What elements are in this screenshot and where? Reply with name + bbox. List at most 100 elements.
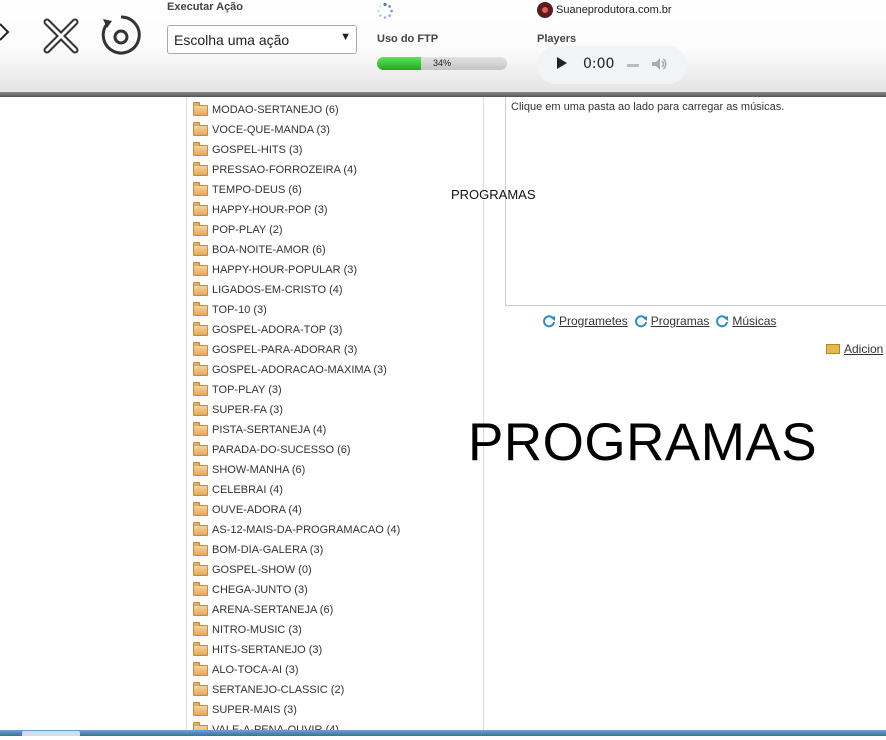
folder-item[interactable]: GOSPEL-ADORACAO-MAXIMA (3) <box>193 360 478 380</box>
folder-item[interactable]: GOSPEL-SHOW (0) <box>193 560 478 580</box>
refresh-icon[interactable] <box>99 13 143 57</box>
ftp-usage-label: Uso do FTP <box>377 33 439 45</box>
folder-item[interactable]: HAPPY-HOUR-POPULAR (3) <box>193 260 478 280</box>
volume-icon[interactable] <box>650 55 668 73</box>
folder-item[interactable]: TEMPO-DEUS (6) <box>193 180 478 200</box>
left-divider <box>186 97 187 736</box>
folder-icon <box>193 621 208 636</box>
folder-icon <box>193 441 208 456</box>
folder-item-label: POP-PLAY (2) <box>212 224 283 236</box>
programetes-link-label: Programetes <box>559 314 628 328</box>
folder-item-label: BOM-DIA-GALERA (3) <box>212 544 324 556</box>
audio-player: 0:00 <box>537 46 687 84</box>
folder-item[interactable]: GOSPEL-ADORA-TOP (3) <box>193 320 478 340</box>
folder-item[interactable]: CELEBRAI (4) <box>193 480 478 500</box>
folder-item-label: PISTA-SERTANEJA (4) <box>212 424 327 436</box>
folder-icon <box>193 461 208 476</box>
programetes-link[interactable]: Programetes <box>542 314 628 328</box>
ftp-usage-progress: 34% <box>377 57 507 70</box>
taskbar-button[interactable] <box>22 731 80 736</box>
refresh-icon <box>716 315 729 328</box>
folder-item[interactable]: SUPER-FA (3) <box>193 400 478 420</box>
musicas-link-label: Músicas <box>732 314 777 328</box>
folder-item[interactable]: SUPER-MAIS (3) <box>193 700 478 720</box>
folder-item[interactable]: HITS-SERTANEJO (3) <box>193 640 478 660</box>
folder-item-label: NITRO-MUSIC (3) <box>212 624 302 636</box>
folder-icon <box>193 201 208 216</box>
folder-icon <box>193 701 208 716</box>
folder-icon <box>193 641 208 656</box>
folder-item-label: ARENA-SERTANEJA (6) <box>212 604 334 616</box>
folder-list: MODAO-SERTANEJO (6) VOCE-QUE-MANDA (3) GOS… <box>193 100 478 740</box>
folder-item[interactable]: VOCE-QUE-MANDA (3) <box>193 120 478 140</box>
brand-logo-icon <box>537 2 553 18</box>
folder-icon <box>193 221 208 236</box>
folder-icon <box>193 421 208 436</box>
programas-small-title: PROGRAMAS <box>451 187 536 202</box>
folder-item-label: OUVE-ADORA (4) <box>212 504 302 516</box>
top-toolbar: Executar Ação Escolha uma ação ▼ Uso do … <box>0 0 886 92</box>
play-icon[interactable] <box>557 57 567 69</box>
folder-item[interactable]: TOP-10 (3) <box>193 300 478 320</box>
folder-item[interactable]: POP-PLAY (2) <box>193 220 478 240</box>
folder-item[interactable]: TOP-PLAY (3) <box>193 380 478 400</box>
add-link[interactable]: Adicion <box>826 342 883 356</box>
folder-item[interactable]: PARADA-DO-SUCESSO (6) <box>193 440 478 460</box>
folder-item[interactable]: ALO-TOCA-AI (3) <box>193 660 478 680</box>
chevron-right-icon[interactable] <box>0 18 12 46</box>
action-label: Executar Ação <box>167 1 244 13</box>
musicas-link[interactable]: Músicas <box>715 314 776 328</box>
folder-item[interactable]: SERTANEJO-CLASSIC (2) <box>193 680 478 700</box>
close-icon[interactable] <box>40 16 82 56</box>
player-seek-bar[interactable] <box>627 64 639 67</box>
folder-icon <box>193 401 208 416</box>
player-time: 0:00 <box>583 56 615 72</box>
folder-item[interactable]: CHEGA-JUNTO (3) <box>193 580 478 600</box>
folder-item-label: HAPPY-HOUR-POP (3) <box>212 204 328 216</box>
folder-item[interactable]: GOSPEL-PARA-ADORAR (3) <box>193 340 478 360</box>
folder-item[interactable]: BOA-NOITE-AMOR (6) <box>193 240 478 260</box>
folder-item-label: SUPER-MAIS (3) <box>212 704 297 716</box>
folder-item[interactable]: GOSPEL-HITS (3) <box>193 140 478 160</box>
folder-item-label: LIGADOS-EM-CRISTO (4) <box>212 284 343 296</box>
folder-item[interactable]: AS-12-MAIS-DA-PROGRAMACAO (4) <box>193 520 478 540</box>
folder-item[interactable]: MODAO-SERTANEJO (6) <box>193 100 478 120</box>
folder-item[interactable]: NITRO-MUSIC (3) <box>193 620 478 640</box>
brand-link[interactable]: Suaneprodutora.com.br <box>537 2 672 18</box>
folder-icon <box>193 601 208 616</box>
folder-item-label: GOSPEL-ADORACAO-MAXIMA (3) <box>212 364 387 376</box>
folder-icon <box>193 541 208 556</box>
folder-icon <box>193 241 208 256</box>
folder-icon <box>193 301 208 316</box>
folder-item[interactable]: PISTA-SERTANEJA (4) <box>193 420 478 440</box>
folder-item-label: PARADA-DO-SUCESSO (6) <box>212 444 351 456</box>
folder-item-label: AS-12-MAIS-DA-PROGRAMACAO (4) <box>212 524 401 536</box>
programas-big-title: PROGRAMAS <box>468 413 818 472</box>
folder-item-label: PRESSAO-FORROZEIRA (4) <box>212 164 357 176</box>
folder-icon <box>193 161 208 176</box>
folder-item-label: HITS-SERTANEJO (3) <box>212 644 323 656</box>
folder-item-label: SERTANEJO-CLASSIC (2) <box>212 684 345 696</box>
folder-item[interactable]: LIGADOS-EM-CRISTO (4) <box>193 280 478 300</box>
programas-link-label: Programas <box>650 314 710 328</box>
folder-icon <box>193 101 208 116</box>
folder-item[interactable]: SHOW-MANHA (6) <box>193 460 478 480</box>
folder-icon <box>193 661 208 676</box>
folder-icon <box>193 581 208 596</box>
folder-icon <box>193 261 208 276</box>
folder-item[interactable]: BOM-DIA-GALERA (3) <box>193 540 478 560</box>
folder-item-label: MODAO-SERTANEJO (6) <box>212 104 339 116</box>
music-empty-message: Clique em uma pasta ao lado para carrega… <box>511 101 785 113</box>
add-link-label: Adicion <box>844 342 884 356</box>
folder-icon <box>193 521 208 536</box>
programas-link[interactable]: Programas <box>634 314 710 328</box>
folder-item[interactable]: ARENA-SERTANEJA (6) <box>193 600 478 620</box>
action-select[interactable]: Escolha uma ação ▼ <box>167 25 357 54</box>
folder-item[interactable]: HAPPY-HOUR-POP (3) <box>193 200 478 220</box>
folder-item-label: SHOW-MANHA (6) <box>212 464 306 476</box>
folder-item-label: GOSPEL-PARA-ADORAR (3) <box>212 344 358 356</box>
folder-icon <box>193 281 208 296</box>
folder-item[interactable]: PRESSAO-FORROZEIRA (4) <box>193 160 478 180</box>
folder-item[interactable]: OUVE-ADORA (4) <box>193 500 478 520</box>
folder-icon <box>193 141 208 156</box>
